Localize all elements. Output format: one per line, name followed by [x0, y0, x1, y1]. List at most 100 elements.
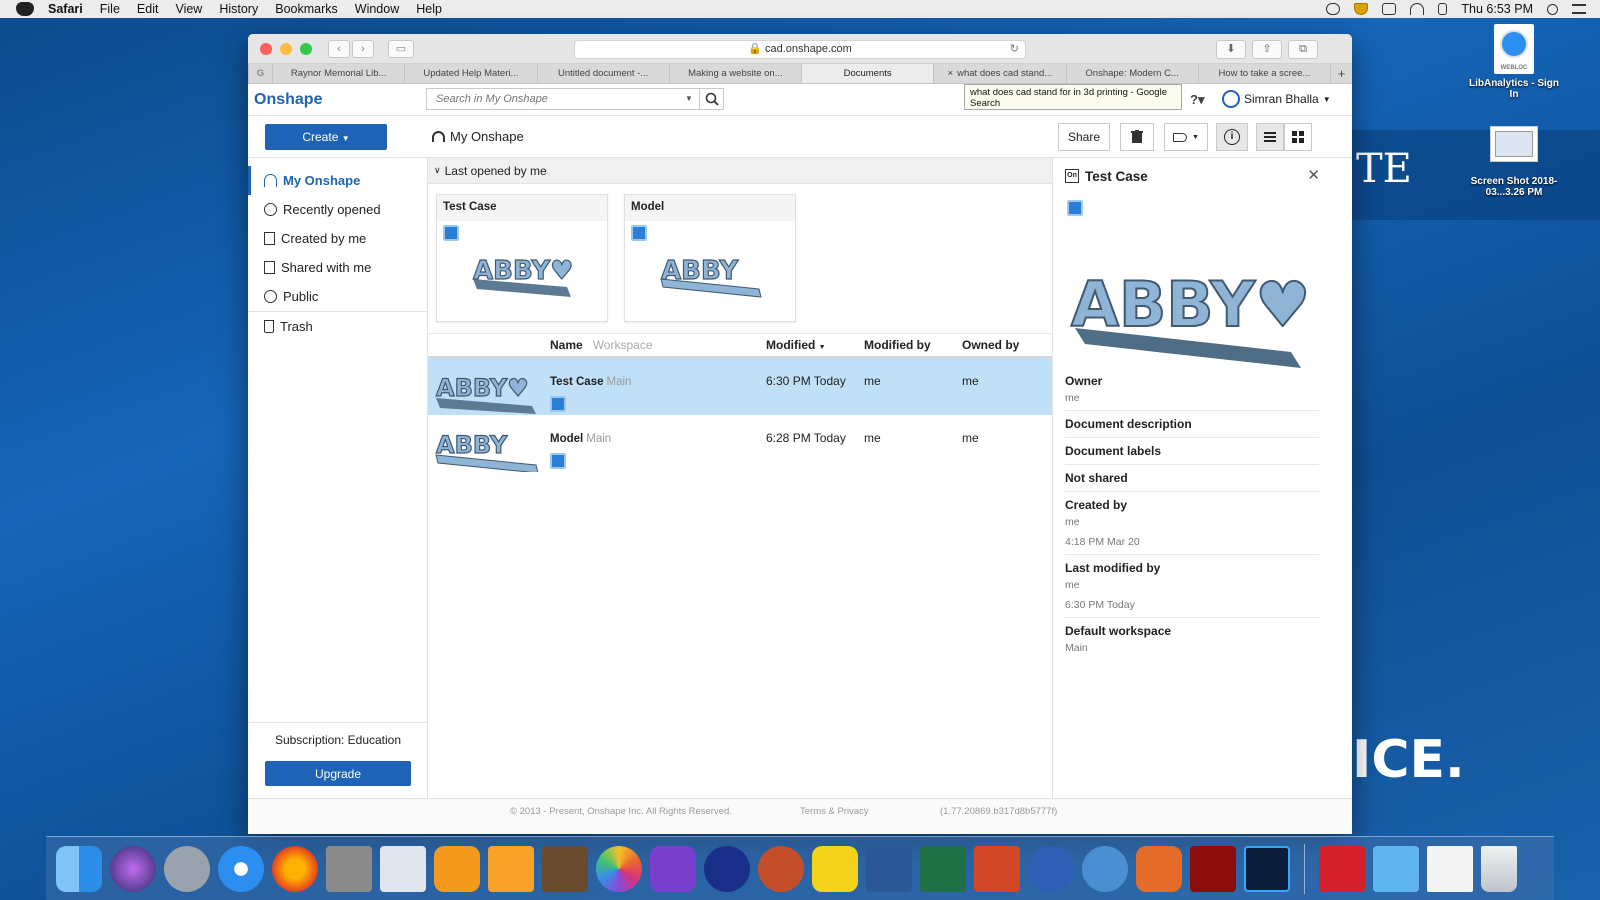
labels-field[interactable]: Document labels	[1065, 438, 1319, 465]
browser-tab[interactable]: Making a website on...	[668, 64, 801, 83]
label-dropdown-button[interactable]: ▼	[1164, 123, 1208, 151]
list-view-button[interactable]	[1256, 123, 1284, 151]
terms-link[interactable]: Terms & Privacy	[800, 806, 869, 817]
sidebar-item-my-onshape[interactable]: My Onshape	[248, 166, 427, 195]
math-app-icon[interactable]	[1028, 845, 1074, 892]
applications-folder-icon[interactable]	[1373, 845, 1419, 892]
grid-view-button[interactable]	[1284, 123, 1312, 151]
word-icon[interactable]	[866, 845, 912, 892]
menu-edit[interactable]: Edit	[137, 2, 159, 16]
zoom-window-button[interactable]	[300, 42, 312, 55]
menu-app-name[interactable]: Safari	[48, 2, 83, 16]
help-icon[interactable]: ?▾	[1190, 92, 1204, 108]
sidebar-item-public[interactable]: Public	[248, 282, 427, 311]
firefox-icon[interactable]	[272, 845, 318, 892]
documents-stack-icon[interactable]	[1427, 845, 1473, 892]
share-sheet-button[interactable]: ⇧	[1252, 40, 1282, 59]
pages-icon[interactable]	[488, 845, 534, 892]
garageband-icon[interactable]	[542, 845, 588, 892]
finder-icon[interactable]	[56, 845, 102, 892]
shield-icon[interactable]	[1354, 3, 1369, 15]
document-card-test-case[interactable]: Test Case ABBY♥	[436, 194, 608, 322]
gear-app-icon[interactable]	[1082, 845, 1128, 892]
column-modified[interactable]: Modified ▼	[766, 338, 826, 352]
menu-window[interactable]: Window	[355, 2, 399, 16]
minimize-window-button[interactable]	[280, 42, 292, 55]
matlab-icon[interactable]	[1136, 845, 1182, 892]
calculator-icon[interactable]	[326, 845, 372, 892]
sidebar-item-recently-opened[interactable]: Recently opened	[248, 195, 427, 224]
close-icon[interactable]: ✕	[1307, 166, 1320, 184]
description-field[interactable]: Document description	[1065, 411, 1319, 438]
cocktail-icon[interactable]	[758, 845, 804, 892]
wiley-icon[interactable]	[812, 845, 858, 892]
excel-icon[interactable]	[920, 845, 966, 892]
wifi-icon[interactable]	[1410, 3, 1425, 15]
audacity-icon[interactable]	[704, 845, 750, 892]
section-header[interactable]: ∨ Last opened by me	[428, 158, 1052, 184]
close-tab-icon[interactable]: ×	[948, 68, 954, 79]
trash-icon[interactable]	[1481, 845, 1517, 892]
browser-tab[interactable]: Raynor Memorial Lib...	[272, 64, 404, 83]
desktop-file-screenshot[interactable]: Screen Shot 2018-03...3.26 PM	[1464, 126, 1564, 198]
create-button[interactable]: Create ▼	[265, 124, 387, 150]
browser-tab[interactable]: How to take a scree...	[1197, 64, 1330, 83]
creative-cloud-folder-icon[interactable]	[1319, 845, 1365, 892]
document-name[interactable]: Test Case Main	[550, 376, 631, 388]
sidebar-item-created-by-me[interactable]: Created by me	[248, 224, 427, 253]
preview-icon[interactable]	[380, 845, 426, 892]
column-modified-by[interactable]: Modified by	[864, 338, 931, 352]
back-button[interactable]: ‹	[328, 39, 350, 58]
airplay-icon[interactable]	[1382, 3, 1397, 15]
acrobat-icon[interactable]	[1190, 845, 1236, 892]
sidebar-toggle-button[interactable]: ▭	[388, 39, 414, 58]
launchpad-icon[interactable]	[164, 845, 210, 892]
search-icon[interactable]	[1547, 3, 1558, 15]
browser-tab[interactable]: Updated Help Materi...	[404, 64, 536, 83]
menu-view[interactable]: View	[175, 2, 202, 16]
table-row[interactable]: ABBY♥ Test Case Main 6:30 PM Today me me	[428, 358, 1052, 415]
imovie-icon[interactable]	[650, 845, 696, 892]
ibooks-icon[interactable]	[434, 845, 480, 892]
onshape-logo[interactable]: Onshape	[254, 91, 322, 109]
creative-cloud-icon[interactable]	[1326, 3, 1341, 15]
document-name[interactable]: Model Main	[550, 433, 611, 445]
google-tab-icon[interactable]: G	[248, 64, 272, 83]
desktop-file-libanalytics[interactable]: WEBLOC LibAnalytics - Sign In	[1464, 24, 1564, 100]
menu-file[interactable]: File	[100, 2, 120, 16]
address-bar[interactable]: 🔒 cad.onshape.com ↻	[574, 40, 1026, 59]
volume-icon[interactable]	[1438, 3, 1448, 15]
info-panel-toggle[interactable]: i	[1216, 123, 1248, 151]
siri-icon[interactable]	[110, 845, 156, 892]
document-card-model[interactable]: Model ABBY	[624, 194, 796, 322]
browser-tab[interactable]: Onshape: Modern C...	[1065, 64, 1198, 83]
photoshop-icon[interactable]	[1244, 845, 1290, 892]
user-menu[interactable]: Simran Bhalla ▼	[1222, 90, 1331, 108]
apple-icon[interactable]	[16, 2, 34, 16]
column-name[interactable]: Name Workspace	[550, 338, 653, 352]
search-input[interactable]	[427, 89, 679, 109]
search-button[interactable]	[699, 89, 723, 109]
upgrade-button[interactable]: Upgrade	[265, 761, 411, 786]
browser-tab-active[interactable]: Documents	[801, 64, 934, 83]
sidebar-item-shared-with-me[interactable]: Shared with me	[248, 253, 427, 282]
notification-center-icon[interactable]	[1572, 4, 1586, 14]
reload-icon[interactable]: ↻	[1010, 41, 1019, 58]
share-button[interactable]: Share	[1058, 123, 1110, 151]
downloads-button[interactable]: ⬇	[1216, 40, 1246, 59]
photos-icon[interactable]	[596, 845, 642, 892]
delete-button[interactable]	[1120, 123, 1154, 151]
menu-help[interactable]: Help	[416, 2, 442, 16]
new-tab-button[interactable]: +	[1330, 64, 1352, 83]
table-row[interactable]: ABBY Model Main 6:28 PM Today me me	[428, 415, 1052, 472]
browser-tab[interactable]: × what does cad stand...	[933, 64, 1065, 83]
menu-clock[interactable]: Thu 6:53 PM	[1461, 2, 1533, 16]
search-filter-dropdown[interactable]: ▼	[679, 89, 699, 109]
forward-button[interactable]: ›	[352, 39, 374, 58]
show-tabs-button[interactable]: ⧉	[1288, 40, 1318, 59]
sidebar-item-trash[interactable]: Trash	[248, 312, 427, 341]
close-window-button[interactable]	[260, 42, 272, 55]
browser-tab[interactable]: Untitled document -...	[536, 64, 669, 83]
menu-bookmarks[interactable]: Bookmarks	[275, 2, 338, 16]
column-owned-by[interactable]: Owned by	[962, 338, 1019, 352]
